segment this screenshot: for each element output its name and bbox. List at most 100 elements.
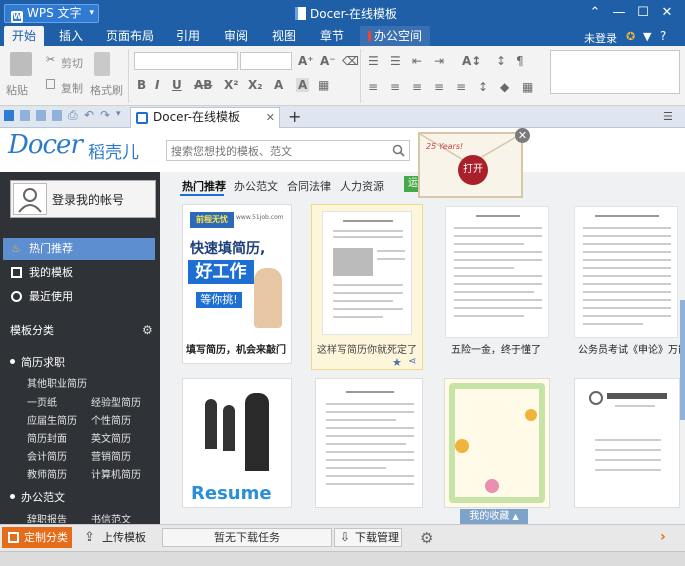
template-card[interactable]: 公务员考试《申论》万能模板 (572, 204, 680, 370)
template-card[interactable]: 五险一金，终于懂了 (441, 204, 553, 370)
border-icon[interactable]: ▦ (522, 80, 533, 94)
category-item[interactable]: 教师简历 (27, 466, 67, 481)
tab-view[interactable]: 视图 (264, 26, 304, 46)
indent-icon[interactable]: ⇥ (434, 54, 444, 68)
tab-close-icon[interactable]: ✕ (266, 108, 275, 127)
download-manager-button[interactable]: ⇩ 下载管理 (334, 528, 402, 547)
gear-icon[interactable]: ⚙ (142, 323, 153, 337)
open-icon[interactable] (20, 110, 30, 121)
minimize-button[interactable]: — (608, 3, 630, 23)
print-icon[interactable] (52, 110, 62, 121)
close-icon[interactable]: ✕ (515, 128, 530, 143)
outdent-icon[interactable]: ⇤ (412, 54, 422, 68)
font-size-select[interactable] (240, 52, 292, 70)
category-item[interactable]: 经验型简历 (91, 394, 141, 409)
nav-hot-recommend[interactable]: ♨ 热门推荐 (3, 238, 155, 260)
tab-human-resources[interactable]: 人力资源 (340, 178, 384, 194)
tab-list-icon[interactable]: ☰ (663, 110, 673, 123)
clear-format-icon[interactable]: ⌫ (342, 54, 359, 68)
my-favorites-button[interactable]: 我的收藏 ▲ (460, 509, 528, 524)
numbering-icon[interactable]: ☰ (390, 54, 401, 68)
star-icon[interactable]: ★ (392, 356, 402, 369)
tab-references[interactable]: 引用 (168, 26, 208, 46)
tab-insert[interactable]: 插入 (50, 26, 92, 46)
font-name-select[interactable] (134, 52, 238, 70)
login-status-link[interactable]: 未登录 (584, 30, 617, 46)
custom-category-button[interactable]: 定制分类 (2, 527, 72, 548)
format-painter-button[interactable]: 格式刷 (90, 82, 123, 98)
align-left-icon[interactable]: ≡ (368, 80, 378, 94)
wps-app-menu-button[interactable]: W WPS 文字 ▾ (4, 4, 99, 23)
category-item[interactable]: 辞职报告 (27, 511, 67, 523)
paste-icon[interactable] (10, 52, 32, 76)
settings-gear-icon[interactable]: ⚙ (420, 529, 433, 547)
category-item[interactable]: 一页纸 (27, 394, 57, 409)
print-preview-icon[interactable]: ⎙ (68, 108, 78, 123)
grow-font-button[interactable]: A⁺ (298, 54, 314, 68)
tab-review[interactable]: 审阅 (216, 26, 256, 46)
category-group-office-docs[interactable]: 办公范文 (10, 489, 65, 505)
shirt-icon[interactable]: ▼ (643, 30, 651, 43)
tab-home[interactable]: 开始 (4, 26, 44, 46)
char-border-icon[interactable]: ▦ (318, 78, 329, 92)
subscript-button[interactable]: X₂ (248, 78, 263, 92)
tab-page-layout[interactable]: 页面布局 (100, 26, 160, 46)
save-icon[interactable] (36, 110, 46, 121)
search-icon[interactable] (392, 144, 405, 157)
upload-template-button[interactable]: ⇪ 上传模板 (80, 527, 156, 548)
highlight-button[interactable]: A (296, 78, 310, 92)
line-spacing-icon[interactable]: ↕ (478, 80, 488, 94)
format-painter-icon[interactable] (94, 52, 110, 76)
template-card[interactable]: Resume (182, 378, 292, 508)
undo-icon[interactable]: ↶ (84, 108, 94, 122)
category-item[interactable]: 书信范文 (91, 511, 131, 523)
italic-button[interactable]: I (155, 78, 159, 92)
show-marks-icon[interactable]: ¶ (516, 54, 524, 68)
category-item[interactable]: 计算机简历 (91, 466, 141, 481)
shading-icon[interactable]: ◆ (500, 80, 509, 94)
ribbon-collapse-button[interactable]: ⌃ (584, 3, 606, 23)
category-group-resume[interactable]: 简历求职 (10, 354, 65, 370)
template-search-input[interactable] (171, 143, 381, 159)
text-direction-icon[interactable]: A↕ (462, 54, 481, 68)
redo-icon[interactable]: ↷ (100, 108, 110, 122)
align-right-icon[interactable]: ≡ (412, 80, 422, 94)
quick-access-dropdown-icon[interactable]: ▾ (116, 109, 121, 119)
align-center-icon[interactable]: ≡ (390, 80, 400, 94)
category-item[interactable]: 会计简历 (27, 448, 67, 463)
category-item[interactable]: 其他职业简历 (27, 375, 87, 390)
template-card[interactable]: 前程无忧 www.51job.com 快速填简历, 好工作 等你挑! 填写简历，… (182, 204, 292, 364)
distribute-icon[interactable]: ≡ (456, 80, 466, 94)
skin-icon[interactable]: ✪ (626, 30, 635, 43)
close-button[interactable]: ✕ (656, 3, 678, 23)
style-gallery[interactable] (550, 50, 680, 94)
new-doc-icon[interactable] (4, 110, 14, 121)
copy-icon[interactable] (46, 79, 55, 89)
copy-button[interactable]: 复制 (61, 80, 83, 96)
bullets-icon[interactable]: ☰ (368, 54, 379, 68)
cut-button[interactable]: 剪切 (61, 55, 83, 71)
tab-docer-online-templates[interactable]: Docer-在线模板 ✕ (130, 107, 280, 128)
nav-my-templates[interactable]: 我的模板 (3, 262, 155, 284)
strikethrough-button[interactable]: AB (194, 78, 212, 92)
new-tab-button[interactable]: + (288, 107, 301, 126)
superscript-button[interactable]: X² (224, 78, 239, 92)
tab-office-docs[interactable]: 办公范文 (234, 178, 278, 194)
category-item[interactable]: 营销简历 (91, 448, 131, 463)
nav-recently-used[interactable]: 最近使用 (3, 286, 155, 308)
bold-button[interactable]: B (137, 78, 146, 92)
template-card-selected[interactable]: 这样写简历你就死定了 ★ ⋖ (311, 204, 423, 370)
tab-office-space[interactable]: 办公空间 (360, 26, 430, 46)
paste-button[interactable]: 粘贴 (6, 82, 28, 98)
scrollbar[interactable] (680, 300, 685, 420)
envelope-open-seal[interactable]: 打开 (458, 155, 488, 185)
shrink-font-button[interactable]: A⁻ (320, 54, 336, 68)
justify-icon[interactable]: ≡ (434, 80, 444, 94)
category-item[interactable]: 英文简历 (91, 430, 131, 445)
category-item[interactable]: 个性简历 (91, 412, 131, 427)
tab-section[interactable]: 章节 (312, 26, 352, 46)
template-card[interactable] (444, 378, 550, 508)
sort-icon[interactable]: ↕ (496, 54, 506, 68)
scissors-icon[interactable]: ✂ (46, 53, 55, 66)
tab-hot-recommend[interactable]: 热门推荐 (182, 178, 226, 194)
